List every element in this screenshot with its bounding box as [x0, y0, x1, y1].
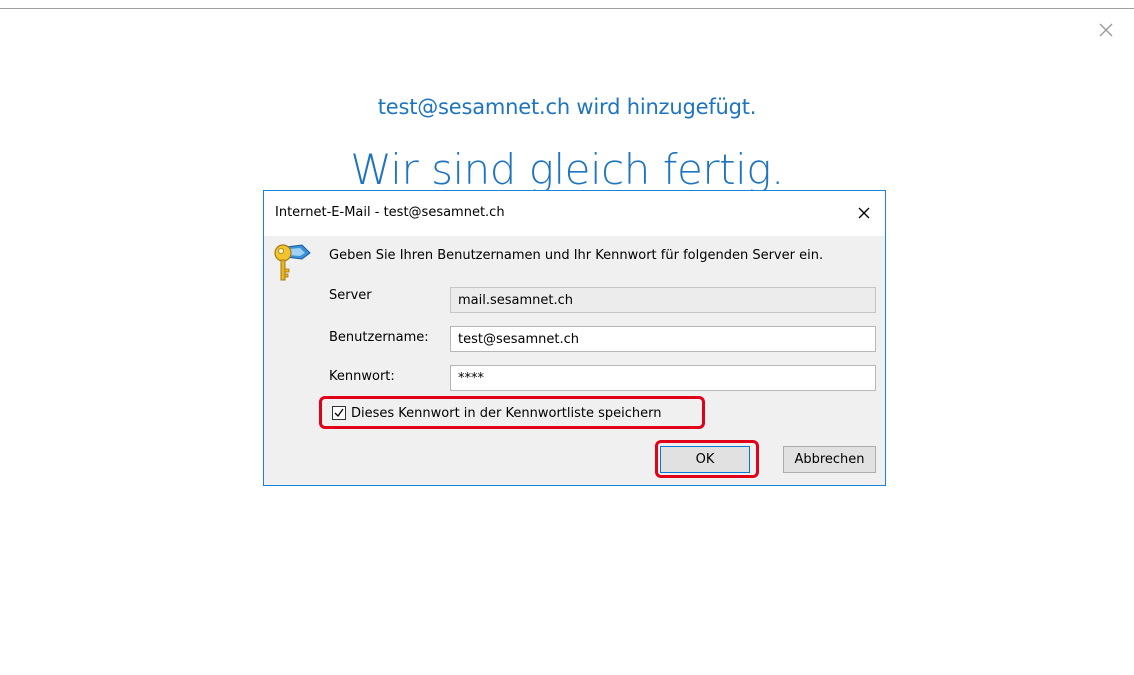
top-divider [0, 8, 1134, 9]
dialog-titlebar: Internet-E-Mail - test@sesamnet.ch [264, 191, 885, 236]
credentials-dialog: Internet-E-Mail - test@sesamnet.ch Geben… [263, 190, 886, 486]
key-icon [272, 243, 312, 285]
save-password-checkbox[interactable] [332, 406, 346, 420]
save-password-label: Dieses Kennwort in der Kennwortliste spe… [351, 405, 662, 421]
almost-done-headline: Wir sind gleich fertig. [350, 145, 784, 192]
password-field[interactable] [450, 365, 876, 391]
dialog-close-icon[interactable] [854, 203, 874, 223]
dialog-title: Internet-E-Mail - test@sesamnet.ch [275, 205, 505, 220]
username-label: Benutzername: [329, 330, 429, 345]
save-password-checkbox-row[interactable]: Dieses Kennwort in der Kennwortliste spe… [332, 404, 662, 422]
window-close-icon[interactable] [1096, 20, 1116, 40]
instruction-text: Geben Sie Ihren Benutzernamen und Ihr Ke… [329, 248, 824, 263]
checkmark-icon [334, 408, 344, 418]
username-field[interactable] [450, 326, 876, 352]
password-label: Kennwort: [329, 369, 395, 384]
server-label: Server [329, 288, 372, 303]
ok-button[interactable]: OK [660, 446, 750, 473]
cancel-button[interactable]: Abbrechen [783, 446, 876, 473]
server-field [450, 287, 876, 313]
adding-account-subtitle: test@sesamnet.ch wird hinzugefügt. [377, 95, 757, 119]
